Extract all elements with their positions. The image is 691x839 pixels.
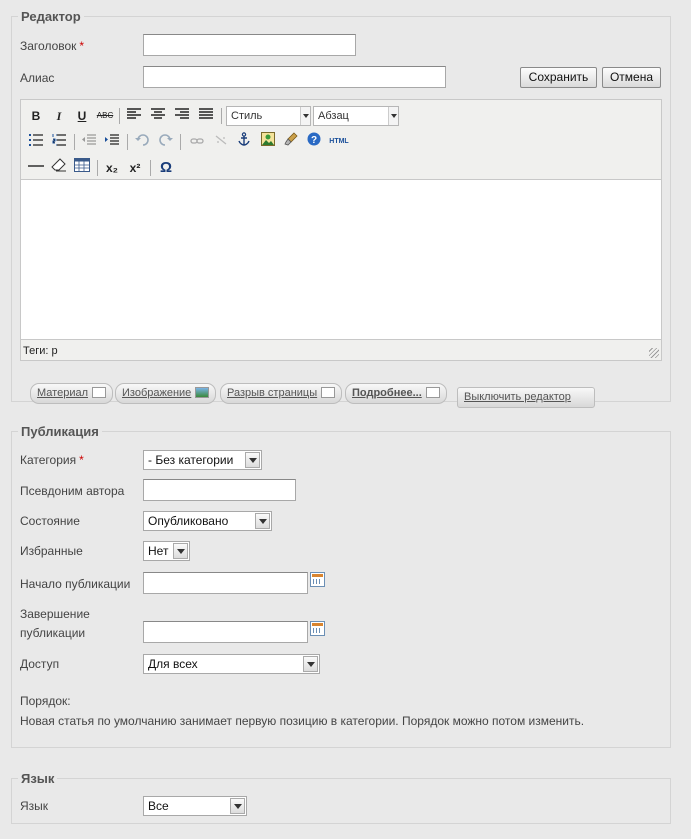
featured-select[interactable]: Нет — [143, 541, 190, 561]
calendar-icon[interactable] — [310, 572, 325, 587]
toolbar-row-1: B I U ABC Стиль Абзац — [24, 106, 654, 130]
toolbar-separator — [97, 160, 98, 176]
ordering-label: Порядок: — [20, 694, 71, 708]
state-select[interactable]: Опубликовано — [143, 511, 272, 531]
save-button[interactable]: Сохранить — [520, 67, 597, 88]
cleanup-icon[interactable] — [281, 132, 301, 152]
align-right-icon[interactable] — [172, 106, 192, 126]
resize-handle[interactable] — [649, 348, 659, 358]
eraser-icon[interactable] — [49, 158, 69, 178]
editor-status-path: Теги: p — [23, 345, 58, 357]
unlink-icon[interactable] — [211, 132, 231, 152]
link-icon[interactable] — [187, 132, 207, 152]
italic-button[interactable]: I — [49, 106, 69, 126]
editor-fieldset: Редактор Заголовок * Алиас Сохранить Отме… — [11, 9, 671, 408]
undo-icon[interactable] — [132, 132, 152, 152]
toggle-editor-button[interactable]: Выключить редактор — [457, 387, 595, 408]
bullet-list-icon[interactable] — [26, 132, 46, 152]
toolbar-separator — [127, 134, 128, 150]
chevron-down-icon — [173, 543, 188, 559]
language-label: Язык — [20, 799, 49, 813]
ordering-note: Новая статья по умолчанию занимает перву… — [20, 714, 585, 728]
cancel-button[interactable]: Отмена — [602, 67, 661, 88]
publish-up-input[interactable] — [143, 572, 308, 594]
superscript-button[interactable]: x² — [125, 158, 145, 178]
editor-legend: Редактор — [18, 9, 84, 24]
publishing-fieldset: Публикация Категория * - Без категории Пс… — [11, 424, 671, 748]
featured-label: Избранные — [20, 544, 83, 558]
help-icon[interactable]: ? — [304, 132, 324, 152]
publish-down-input[interactable] — [143, 621, 308, 643]
article-button[interactable]: Материал — [30, 383, 113, 404]
align-left-icon[interactable] — [124, 106, 144, 126]
toolbar-separator — [150, 160, 151, 176]
alias-input[interactable] — [143, 66, 446, 88]
rich-text-editor: B I U ABC Стиль Абзац ? HTML x₂ x² Ω Тег… — [20, 99, 662, 361]
pagebreak-button[interactable]: Разрыв страницы — [220, 383, 343, 404]
subscript-button[interactable]: x₂ — [102, 158, 122, 178]
underline-button[interactable]: U — [72, 106, 92, 126]
language-legend: Язык — [18, 771, 58, 786]
strikethrough-button[interactable]: ABC — [95, 106, 115, 126]
horizontal-rule-icon[interactable] — [26, 158, 46, 178]
language-select[interactable]: Все — [143, 796, 247, 816]
editor-content-area[interactable] — [21, 179, 661, 340]
align-justify-icon[interactable] — [196, 106, 216, 126]
language-fieldset: Язык Язык Все — [11, 771, 671, 824]
article-icon — [92, 387, 106, 398]
title-label: Заголовок * — [20, 39, 85, 53]
style-select[interactable]: Стиль — [226, 106, 311, 126]
svg-text:?: ? — [311, 135, 317, 146]
bold-button[interactable]: B — [26, 106, 46, 126]
chevron-down-icon — [245, 452, 260, 468]
category-label: Категория * — [20, 453, 84, 467]
table-icon[interactable] — [72, 158, 92, 178]
author-alias-input[interactable] — [143, 479, 296, 501]
publish-up-label: Начало публикации — [20, 577, 131, 591]
access-select[interactable]: Для всех — [143, 654, 320, 674]
title-input[interactable] — [143, 34, 356, 56]
author-alias-label: Псевдоним автора — [20, 484, 125, 498]
outdent-icon[interactable] — [79, 132, 99, 152]
image-icon[interactable] — [258, 132, 278, 152]
numbered-list-icon[interactable] — [49, 132, 69, 152]
readmore-icon — [425, 387, 440, 398]
pagebreak-icon — [321, 387, 336, 398]
indent-icon[interactable] — [102, 132, 122, 152]
redo-icon[interactable] — [156, 132, 176, 152]
toolbar-separator — [119, 108, 120, 124]
anchor-icon[interactable] — [234, 132, 254, 152]
category-select[interactable]: - Без категории — [143, 450, 262, 470]
chevron-down-icon — [230, 798, 245, 814]
image-icon — [195, 387, 210, 398]
toolbar-row-2: ? HTML — [24, 132, 654, 156]
toolbar-separator — [74, 134, 75, 150]
chevron-down-icon — [255, 513, 270, 529]
image-insert-button[interactable]: Изображение — [115, 383, 217, 404]
toolbar-separator — [180, 134, 181, 150]
readmore-button[interactable]: Подробнее... — [345, 383, 447, 404]
special-chars-button[interactable]: Ω — [156, 158, 176, 178]
html-source-button[interactable]: HTML — [326, 132, 352, 152]
publish-down-label-line2: публикации — [20, 626, 86, 640]
access-label: Доступ — [20, 657, 60, 671]
toolbar-separator — [221, 108, 222, 124]
state-label: Состояние — [20, 514, 80, 528]
publish-down-label-line1: Завершение — [20, 607, 90, 621]
publishing-legend: Публикация — [18, 424, 102, 439]
calendar-icon[interactable] — [310, 621, 325, 636]
format-select[interactable]: Абзац — [313, 106, 399, 126]
align-center-icon[interactable] — [148, 106, 168, 126]
chevron-down-icon — [303, 656, 318, 672]
alias-label: Алиас — [20, 71, 55, 85]
